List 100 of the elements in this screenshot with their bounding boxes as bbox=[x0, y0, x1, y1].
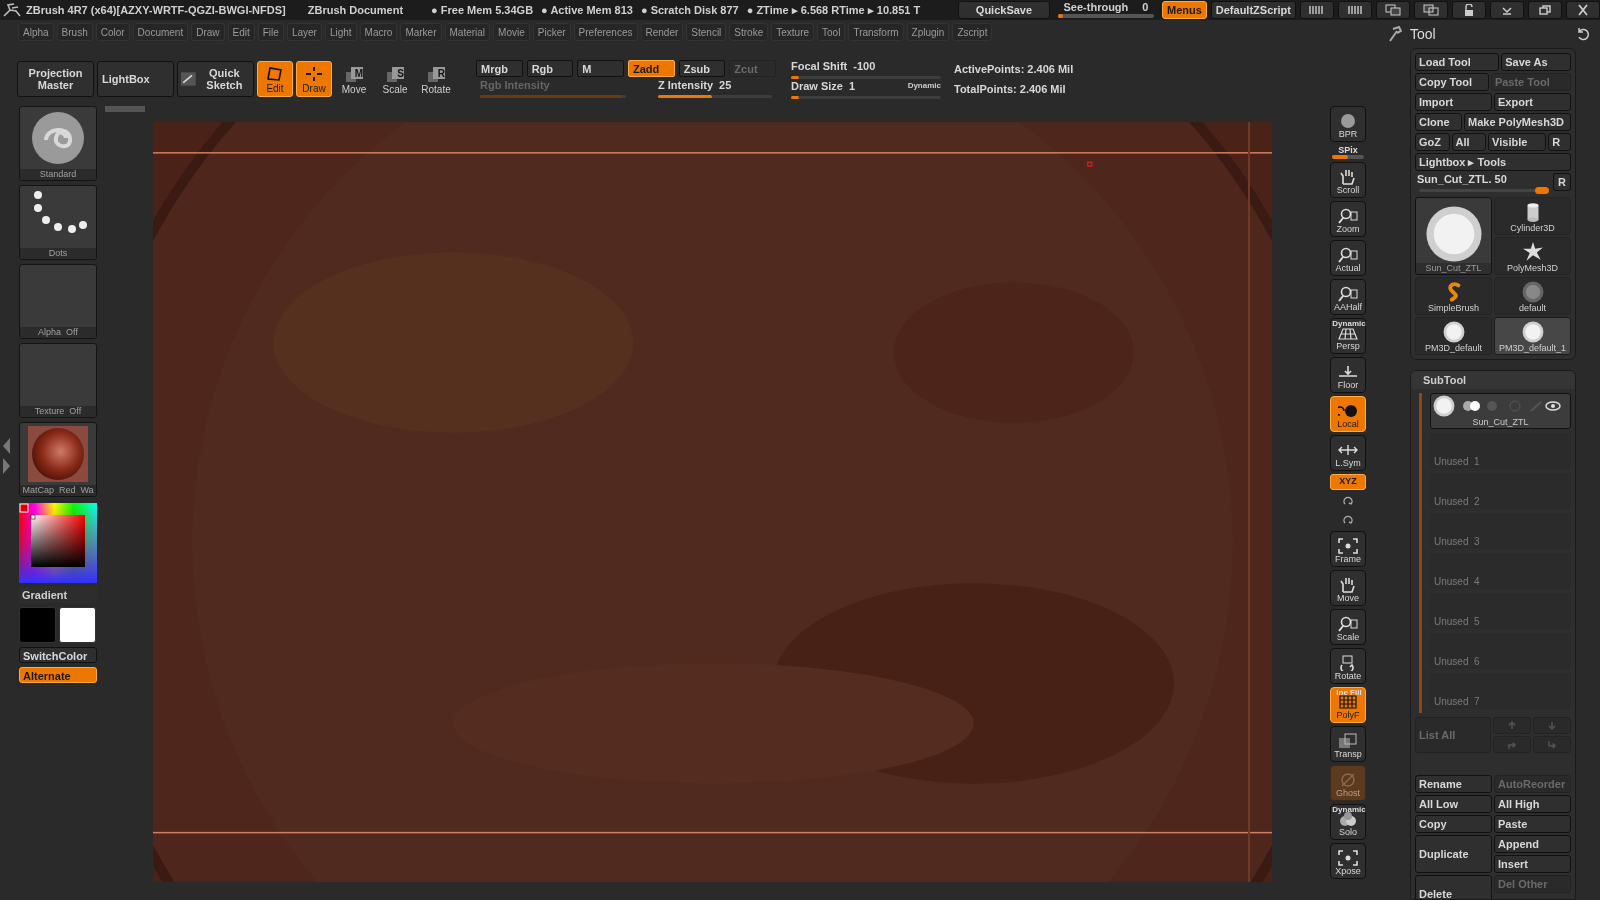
subtool-item[interactable]: Sun_Cut_ZTL bbox=[1430, 393, 1571, 429]
view-tool-button[interactable]: Scroll bbox=[1330, 162, 1366, 198]
menu-item[interactable]: Transform bbox=[848, 23, 904, 41]
mode-button[interactable]: R Rotate bbox=[417, 61, 455, 97]
mode-button[interactable]: Draw bbox=[296, 61, 332, 97]
sculpt-mode-button[interactable]: Zsub bbox=[678, 60, 726, 77]
tool-button[interactable]: All bbox=[1451, 133, 1487, 151]
view-tool-button[interactable]: Move bbox=[1330, 570, 1366, 606]
view-tool-button[interactable]: ine Fill PolyF bbox=[1330, 687, 1366, 723]
quicksave-button[interactable]: QuickSave bbox=[957, 1, 1050, 19]
tool-button[interactable]: Clone bbox=[1415, 113, 1462, 131]
slider-fill[interactable] bbox=[658, 95, 712, 98]
tool-button[interactable]: GoZ bbox=[1415, 133, 1450, 151]
slider-thumb[interactable] bbox=[1535, 187, 1549, 194]
layout-button[interactable] bbox=[1376, 1, 1410, 19]
menu-item[interactable]: Material bbox=[444, 23, 491, 41]
menu-item[interactable]: Layer bbox=[286, 23, 322, 41]
projection-master-button[interactable]: Projection Master bbox=[17, 61, 94, 97]
subtool-action-button[interactable]: Delete bbox=[1415, 875, 1492, 899]
tool-thumbnail[interactable]: PolyMesh3D bbox=[1494, 237, 1571, 275]
menu-item[interactable]: Picker bbox=[532, 23, 571, 41]
subtool-action-button[interactable]: Copy bbox=[1415, 815, 1492, 833]
color-picker[interactable] bbox=[19, 503, 97, 583]
menu-item[interactable]: Tool bbox=[817, 23, 846, 41]
sculpt-mode-button[interactable]: Zadd bbox=[628, 60, 675, 77]
palette-tile[interactable]: Standard bbox=[19, 106, 97, 181]
menu-toggle-button[interactable]: DefaultZScript bbox=[1210, 1, 1296, 19]
reset-button[interactable]: R bbox=[1553, 173, 1571, 191]
palette-tile[interactable]: Dots bbox=[19, 185, 97, 260]
menu-item[interactable]: Stroke bbox=[729, 23, 769, 41]
tool-button[interactable]: Copy Tool bbox=[1415, 73, 1489, 91]
restore-button[interactable] bbox=[1528, 1, 1562, 19]
subtool-action-button[interactable]: Insert bbox=[1494, 855, 1571, 873]
slider-track[interactable] bbox=[1057, 14, 1154, 18]
switch-color-button[interactable]: SwitchColor bbox=[19, 647, 97, 663]
menu-item[interactable]: Marker bbox=[400, 23, 442, 41]
mode-button[interactable]: M Move bbox=[335, 61, 373, 97]
view-tool-button[interactable]: L.Sym bbox=[1330, 435, 1366, 471]
color-swatch[interactable] bbox=[19, 607, 56, 643]
palette-tile[interactable]: Texture Off bbox=[19, 343, 97, 418]
shrink-tray-button[interactable] bbox=[1300, 1, 1334, 19]
list-scrollbar[interactable] bbox=[1419, 393, 1422, 713]
menu-toggle-button[interactable]: Menus bbox=[1161, 1, 1207, 19]
tool-thumbnail[interactable]: SimpleBrush bbox=[1415, 277, 1492, 315]
tool-thumbnail[interactable]: default bbox=[1494, 277, 1571, 315]
reset-icon[interactable] bbox=[1576, 27, 1590, 41]
menu-item[interactable]: Render bbox=[640, 23, 684, 41]
menu-item[interactable]: Edit bbox=[227, 23, 255, 41]
subtool-action-button[interactable]: Rename bbox=[1415, 775, 1492, 793]
view-tool-button[interactable]: Transp bbox=[1330, 726, 1366, 762]
menu-item[interactable]: Alpha bbox=[18, 23, 54, 41]
subtool-toggles-icon[interactable] bbox=[1461, 398, 1561, 413]
menu-item[interactable]: Light bbox=[324, 23, 357, 41]
view-tool-button[interactable]: BPR bbox=[1330, 106, 1366, 142]
tool-thumbnail[interactable]: Cylinder3D bbox=[1494, 197, 1571, 235]
view-tool-button[interactable]: AAHalf bbox=[1330, 279, 1366, 315]
view-tool-button[interactable]: Frame bbox=[1330, 531, 1366, 567]
slider-fill[interactable] bbox=[791, 75, 799, 79]
view-tool-button[interactable]: Scale bbox=[1330, 609, 1366, 645]
palette-tile[interactable]: MatCap Red Wa bbox=[19, 422, 97, 497]
spix-slider[interactable] bbox=[1332, 155, 1364, 159]
tool-button[interactable]: Save As bbox=[1501, 53, 1571, 71]
menu-item[interactable]: Draw bbox=[191, 23, 225, 41]
tool-button[interactable]: Export bbox=[1494, 93, 1571, 111]
menu-item[interactable]: Preferences bbox=[573, 23, 638, 41]
palette-tile[interactable]: Alpha Off bbox=[19, 264, 97, 339]
slider-fill[interactable] bbox=[1332, 155, 1348, 159]
view-tool-button[interactable]: Actual bbox=[1330, 240, 1366, 276]
z-intensity-slider[interactable] bbox=[658, 95, 772, 98]
view-tool-button[interactable]: Rotate bbox=[1330, 648, 1366, 684]
view-tool-button[interactable]: Dynamic Persp bbox=[1330, 318, 1366, 354]
view-tool-button[interactable]: Floor bbox=[1330, 357, 1366, 393]
xyz-toggle-button[interactable]: XYZ bbox=[1330, 474, 1366, 490]
channel-button[interactable]: Mrgb bbox=[476, 60, 523, 77]
menu-item[interactable]: Movie bbox=[493, 23, 530, 41]
tool-button[interactable]: Visible bbox=[1488, 133, 1547, 151]
menu-item[interactable]: Color bbox=[95, 23, 130, 41]
mode-button[interactable]: S Scale bbox=[376, 61, 414, 97]
subtool-action-button[interactable]: Paste bbox=[1494, 815, 1571, 833]
color-swatch[interactable] bbox=[59, 607, 96, 643]
menu-item[interactable]: Texture bbox=[771, 23, 815, 41]
tool-button[interactable]: Load Tool bbox=[1415, 53, 1500, 71]
tool-thumbnail[interactable]: PM3D_default_1 bbox=[1494, 317, 1571, 355]
layout-button[interactable] bbox=[1414, 1, 1448, 19]
menu-item[interactable]: Zscript bbox=[952, 23, 993, 41]
tool-thumbnail[interactable]: PM3D_default bbox=[1415, 317, 1492, 355]
subtool-action-button[interactable]: Duplicate bbox=[1415, 835, 1492, 873]
tool-button[interactable]: Import bbox=[1415, 93, 1492, 111]
menu-item[interactable]: Document bbox=[132, 23, 189, 41]
alternate-button[interactable]: Alternate bbox=[19, 667, 97, 683]
view-tool-button[interactable]: Zoom bbox=[1330, 201, 1366, 237]
quick-sketch-button[interactable]: Quick Sketch bbox=[177, 61, 254, 97]
close-button[interactable] bbox=[1566, 1, 1600, 19]
view-tool-button[interactable]: Xpose bbox=[1330, 843, 1366, 879]
current-tool-thumbnail[interactable]: Sun_Cut_ZTL bbox=[1415, 197, 1492, 275]
channel-button[interactable]: M bbox=[577, 60, 624, 77]
tool-button[interactable]: Make PolyMesh3D bbox=[1464, 113, 1571, 131]
mode-button[interactable]: Edit bbox=[257, 61, 293, 97]
menu-item[interactable]: Stencil bbox=[686, 23, 727, 41]
menu-item[interactable]: Brush bbox=[56, 23, 93, 41]
